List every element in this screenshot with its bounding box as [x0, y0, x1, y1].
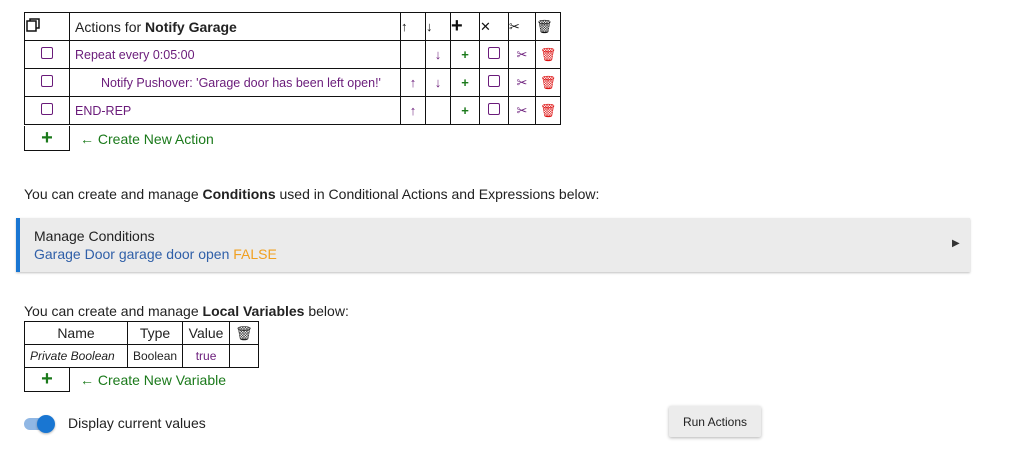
- display-values-label: Display current values: [68, 415, 206, 431]
- arrow-up-icon[interactable]: ↑: [400, 12, 426, 41]
- variables-intro-text: You can create and manage: [24, 303, 203, 319]
- triangle-right-icon[interactable]: ▶: [952, 238, 960, 249]
- action-text[interactable]: Repeat every 0:05:00: [69, 40, 401, 69]
- plus-icon[interactable]: +: [450, 68, 480, 97]
- scissors-icon[interactable]: ✂: [508, 12, 536, 41]
- rule-name: Notify Garage: [145, 18, 237, 35]
- plus-icon: +: [41, 127, 53, 149]
- conditions-intro: You can create and manage Conditions use…: [24, 186, 599, 202]
- add-variable-button[interactable]: +: [24, 367, 70, 392]
- variables-intro: You can create and manage Local Variable…: [24, 303, 349, 319]
- create-action-label: Create New Action: [97, 130, 214, 147]
- column-value: Value: [182, 321, 231, 345]
- variable-type: Boolean: [126, 344, 184, 368]
- column-name: Name: [24, 321, 128, 345]
- create-variable-link[interactable]: ← Create New Variable: [80, 372, 226, 388]
- action-row: END-REP ↑ + ✂ 🗑: [24, 96, 561, 125]
- checkbox-icon[interactable]: [479, 68, 509, 97]
- action-row: Notify Pushover: 'Garage door has been l…: [24, 68, 561, 97]
- plus-icon[interactable]: +: [450, 96, 480, 125]
- plus-icon[interactable]: +: [450, 40, 480, 69]
- left-arrow-icon: ←: [80, 371, 94, 388]
- conditions-summary: Garage Door garage door open FALSE: [34, 246, 277, 262]
- action-text[interactable]: END-REP: [69, 96, 401, 125]
- create-variable-row: + ← Create New Variable: [24, 367, 226, 392]
- actions-title: Actions for Notify Garage: [69, 12, 401, 41]
- condition-text: Garage Door garage door open: [34, 246, 234, 262]
- column-type: Type: [126, 321, 184, 345]
- close-icon[interactable]: ✕: [479, 12, 509, 41]
- toggle-knob[interactable]: [37, 415, 55, 433]
- create-action-row: + ← Create New Action: [24, 126, 214, 151]
- variable-row: Private Boolean Boolean true: [24, 344, 260, 368]
- empty-cell: [425, 96, 451, 125]
- trash-icon[interactable]: 🗑: [535, 96, 561, 125]
- variables-intro-bold: Local Variables: [202, 303, 305, 319]
- actions-table: Actions for Notify Garage ↑ ↓ + ✕ ✂ 🗑 Re…: [24, 12, 561, 125]
- arrow-down-icon[interactable]: ↓: [425, 68, 451, 97]
- plus-icon[interactable]: +: [450, 12, 480, 41]
- variables-header-row: Name Type Value 🗑: [24, 321, 260, 345]
- actions-title-prefix: Actions for: [75, 18, 146, 35]
- checkbox-icon[interactable]: [479, 96, 509, 125]
- scissors-icon[interactable]: ✂: [508, 96, 536, 125]
- scissors-icon[interactable]: ✂: [508, 40, 536, 69]
- variables-table: Name Type Value 🗑 Private Boolean Boolea…: [24, 321, 260, 368]
- left-arrow-icon: ←: [80, 130, 94, 147]
- trash-icon[interactable]: 🗑: [535, 12, 561, 41]
- arrow-down-icon[interactable]: ↓: [425, 12, 451, 41]
- trash-icon[interactable]: 🗑: [535, 40, 561, 69]
- conditions-intro-text: You can create and manage: [24, 186, 203, 202]
- variables-intro-text-end: below:: [304, 303, 349, 319]
- plus-icon: +: [41, 368, 53, 390]
- trash-icon[interactable]: 🗑: [229, 321, 260, 345]
- create-variable-label: Create New Variable: [97, 371, 227, 388]
- manage-conditions-title: Manage Conditions: [34, 228, 155, 244]
- copy-icon[interactable]: [24, 12, 70, 41]
- checkbox-icon[interactable]: [24, 68, 70, 97]
- trash-icon[interactable]: 🗑: [535, 68, 561, 97]
- manage-conditions-panel[interactable]: Manage Conditions Garage Door garage doo…: [16, 218, 970, 272]
- action-row: Repeat every 0:05:00 ↓ + ✂ 🗑: [24, 40, 561, 69]
- arrow-down-icon[interactable]: ↓: [425, 40, 451, 69]
- scissors-icon[interactable]: ✂: [508, 68, 536, 97]
- arrow-up-icon[interactable]: ↑: [400, 68, 426, 97]
- conditions-intro-text-end: used in Conditional Actions and Expressi…: [275, 186, 600, 202]
- run-actions-button[interactable]: Run Actions: [669, 406, 761, 437]
- condition-state: FALSE: [233, 246, 277, 262]
- checkbox-icon[interactable]: [24, 40, 70, 69]
- create-action-link[interactable]: ← Create New Action: [80, 131, 214, 147]
- checkbox-icon[interactable]: [24, 96, 70, 125]
- arrow-up-icon[interactable]: ↑: [400, 96, 426, 125]
- variable-name[interactable]: Private Boolean: [24, 344, 128, 368]
- actions-header-row: Actions for Notify Garage ↑ ↓ + ✕ ✂ 🗑: [24, 12, 561, 41]
- empty-cell: [400, 40, 426, 69]
- action-text[interactable]: Notify Pushover: 'Garage door has been l…: [69, 68, 401, 97]
- empty-cell: [229, 344, 260, 368]
- variable-value: true: [182, 344, 231, 368]
- add-action-button[interactable]: +: [24, 126, 70, 151]
- conditions-intro-bold: Conditions: [202, 186, 276, 202]
- checkbox-icon[interactable]: [479, 40, 509, 69]
